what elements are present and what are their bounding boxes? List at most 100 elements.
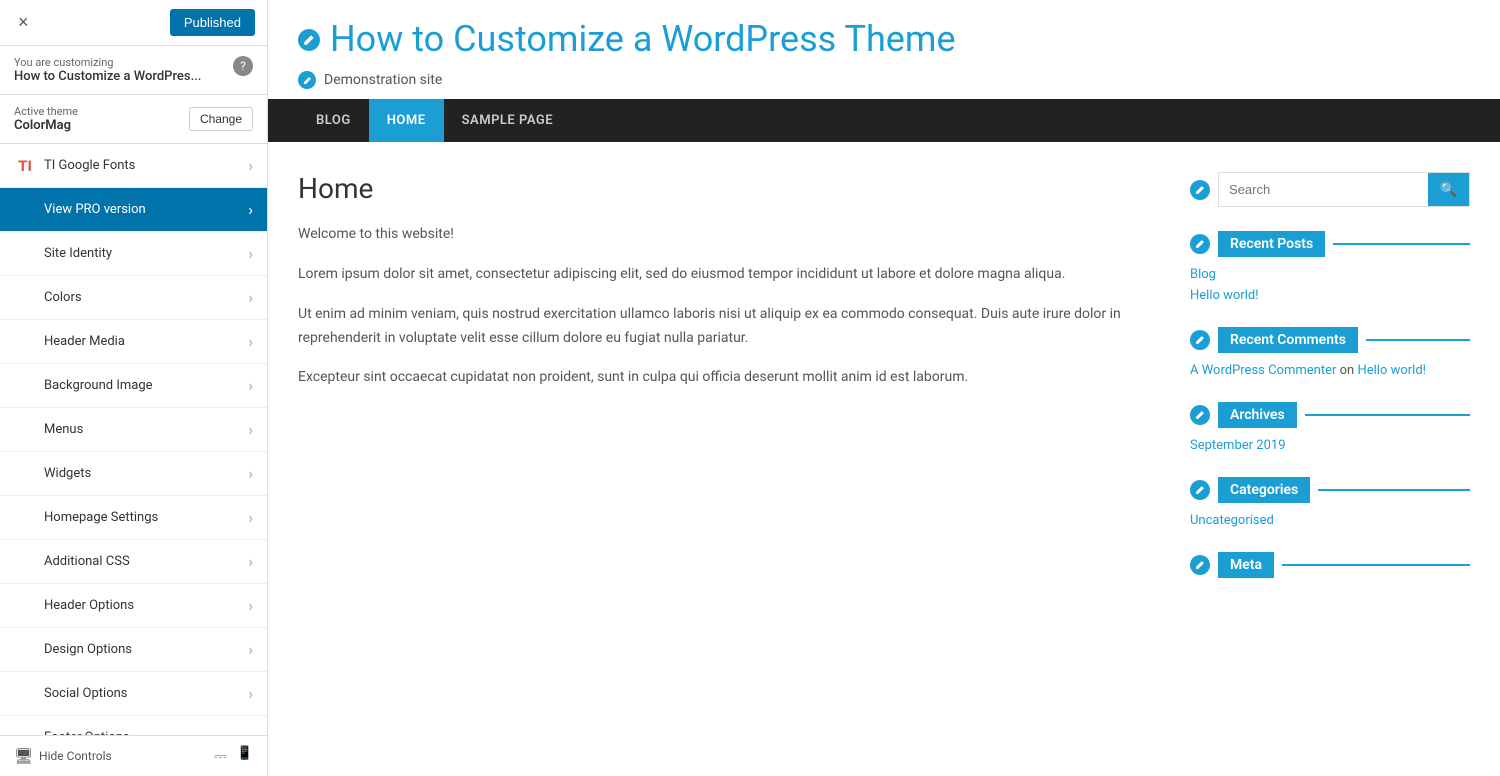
site-title-edit-icon[interactable] <box>298 29 320 51</box>
page-paragraph-2: Ut enim ad minim veniam, quis nostrud ex… <box>298 303 1160 351</box>
sidebar-item-additional-css[interactable]: Additional CSS › <box>0 540 267 584</box>
recent-posts-widget: Recent Posts Blog Hello world! <box>1190 231 1470 303</box>
recent-comments-title-line <box>1366 339 1470 341</box>
nav-item-sample-page[interactable]: SAMPLE PAGE <box>444 99 572 142</box>
meta-title-line <box>1282 564 1470 566</box>
recent-comments-title: Recent Comments <box>1218 327 1358 353</box>
ti-icon: TI <box>14 157 36 175</box>
sidebar-item-header-options[interactable]: Header Options › <box>0 584 267 628</box>
on-text: on <box>1340 363 1355 378</box>
sidebar-item-label: Header Media <box>44 334 248 349</box>
help-icon[interactable]: ? <box>233 56 253 76</box>
close-button[interactable]: × <box>12 10 35 35</box>
tablet-icon[interactable]: ⎓ <box>214 746 227 766</box>
sidebar-item-label: Additional CSS <box>44 554 248 569</box>
categories-title-row: Categories <box>1190 477 1470 503</box>
customizing-label: You are customizing <box>14 56 201 69</box>
meta-title: Meta <box>1218 552 1274 578</box>
site-tagline: Demonstration site <box>324 72 442 88</box>
recent-posts-title: Recent Posts <box>1218 231 1325 257</box>
sidebar-item-design-options[interactable]: Design Options › <box>0 628 267 672</box>
chevron-right-icon: › <box>248 288 253 307</box>
categories-edit-icon[interactable] <box>1190 480 1210 500</box>
sidebar-item-label: View PRO version <box>44 202 248 217</box>
content-area: Home Welcome to this website! Lorem ipsu… <box>268 142 1500 632</box>
chevron-right-icon: › <box>248 640 253 659</box>
sidebar-item-site-identity[interactable]: Site Identity › <box>0 232 267 276</box>
chevron-right-icon: › <box>248 420 253 439</box>
site-header: How to Customize a WordPress Theme Demon… <box>268 0 1500 99</box>
recent-posts-edit-icon[interactable] <box>1190 234 1210 254</box>
archives-sep-2019[interactable]: September 2019 <box>1190 438 1470 453</box>
search-button[interactable]: 🔍 <box>1428 173 1469 206</box>
chevron-right-icon: › <box>248 508 253 527</box>
chevron-right-icon: › <box>248 244 253 263</box>
nav-item-home[interactable]: HOME <box>369 99 444 142</box>
recent-post-blog[interactable]: Blog <box>1190 267 1470 282</box>
sidebar-item-colors[interactable]: Colors › <box>0 276 267 320</box>
mobile-icon[interactable]: 📱 <box>237 746 253 766</box>
site-title: How to Customize a WordPress Theme <box>330 18 956 61</box>
chevron-right-icon: › <box>248 200 253 219</box>
published-button[interactable]: Published <box>170 9 255 36</box>
hide-controls-label: Hide Controls <box>39 749 112 763</box>
commented-post-link[interactable]: Hello world! <box>1357 363 1426 378</box>
sidebar-item-google-fonts[interactable]: TI TI Google Fonts › <box>0 144 267 188</box>
meta-widget: Meta <box>1190 552 1470 578</box>
sidebar-item-widgets[interactable]: Widgets › <box>0 452 267 496</box>
page-paragraph-1: Lorem ipsum dolor sit amet, consectetur … <box>298 263 1160 287</box>
recent-comments-text: A WordPress Commenter on Hello world! <box>1190 363 1470 378</box>
search-input[interactable] <box>1219 173 1428 206</box>
sidebar-item-label: Menus <box>44 422 248 437</box>
sidebar-item-view-pro[interactable]: View PRO version › <box>0 188 267 232</box>
sidebar-item-label: Homepage Settings <box>44 510 248 525</box>
sidebar-item-homepage-settings[interactable]: Homepage Settings › <box>0 496 267 540</box>
nav-item-blog[interactable]: BLOG <box>298 99 369 142</box>
recent-post-hello-world[interactable]: Hello world! <box>1190 288 1470 303</box>
recent-posts-title-row: Recent Posts <box>1190 231 1470 257</box>
sidebar-item-label: Colors <box>44 290 248 305</box>
customizer-sidebar: × Published You are customizing How to C… <box>0 0 268 776</box>
hide-controls-button[interactable]: 🖥 Hide Controls <box>14 747 112 765</box>
chevron-right-icon: › <box>248 596 253 615</box>
categories-title: Categories <box>1218 477 1310 503</box>
chevron-right-icon: › <box>248 464 253 483</box>
main-content: Home Welcome to this website! Lorem ipsu… <box>298 172 1160 602</box>
preview-area: How to Customize a WordPress Theme Demon… <box>268 0 1500 776</box>
recent-posts-title-line <box>1333 243 1470 245</box>
page-title: Home <box>298 172 1160 205</box>
search-widget-edit-icon[interactable] <box>1190 180 1210 200</box>
meta-edit-icon[interactable] <box>1190 555 1210 575</box>
sidebar-item-background-image[interactable]: Background Image › <box>0 364 267 408</box>
categories-title-line <box>1318 489 1470 491</box>
active-theme-label: Active theme <box>14 105 78 118</box>
recent-comments-title-row: Recent Comments <box>1190 327 1470 353</box>
search-input-wrap: 🔍 <box>1218 172 1470 207</box>
archives-title: Archives <box>1218 402 1297 428</box>
sidebar-item-label: Header Options <box>44 598 248 613</box>
recent-comments-edit-icon[interactable] <box>1190 330 1210 350</box>
chevron-right-icon: › <box>248 552 253 571</box>
category-uncategorised[interactable]: Uncategorised <box>1190 513 1470 528</box>
customizing-info: You are customizing How to Customize a W… <box>0 46 267 95</box>
archives-edit-icon[interactable] <box>1190 405 1210 425</box>
page-paragraph-3: Excepteur sint occaecat cupidatat non pr… <box>298 366 1160 390</box>
sidebar-footer: 🖥 Hide Controls ⎓ 📱 <box>0 735 267 776</box>
chevron-right-icon: › <box>248 156 253 175</box>
site-tagline-edit-icon[interactable] <box>298 71 316 89</box>
sidebar-item-footer-options[interactable]: Footer Options › <box>0 716 267 735</box>
navigation-bar: BLOG HOME SAMPLE PAGE <box>268 99 1500 142</box>
sidebar-item-social-options[interactable]: Social Options › <box>0 672 267 716</box>
sidebar-item-menus[interactable]: Menus › <box>0 408 267 452</box>
sidebar-item-label: Widgets <box>44 466 248 481</box>
commenter-link[interactable]: A WordPress Commenter <box>1190 363 1336 378</box>
sidebar-item-label: TI Google Fonts <box>44 158 248 173</box>
change-theme-button[interactable]: Change <box>189 107 253 131</box>
device-icons-group: ⎓ 📱 <box>214 746 253 766</box>
customizing-site-name: How to Customize a WordPres... <box>14 69 201 84</box>
sidebar-menu: TI TI Google Fonts › View PRO version › … <box>0 144 267 735</box>
recent-comments-widget: Recent Comments A WordPress Commenter on… <box>1190 327 1470 378</box>
sidebar-item-header-media[interactable]: Header Media › <box>0 320 267 364</box>
archives-widget: Archives September 2019 <box>1190 402 1470 453</box>
active-theme-section: Active theme ColorMag Change <box>0 95 267 144</box>
